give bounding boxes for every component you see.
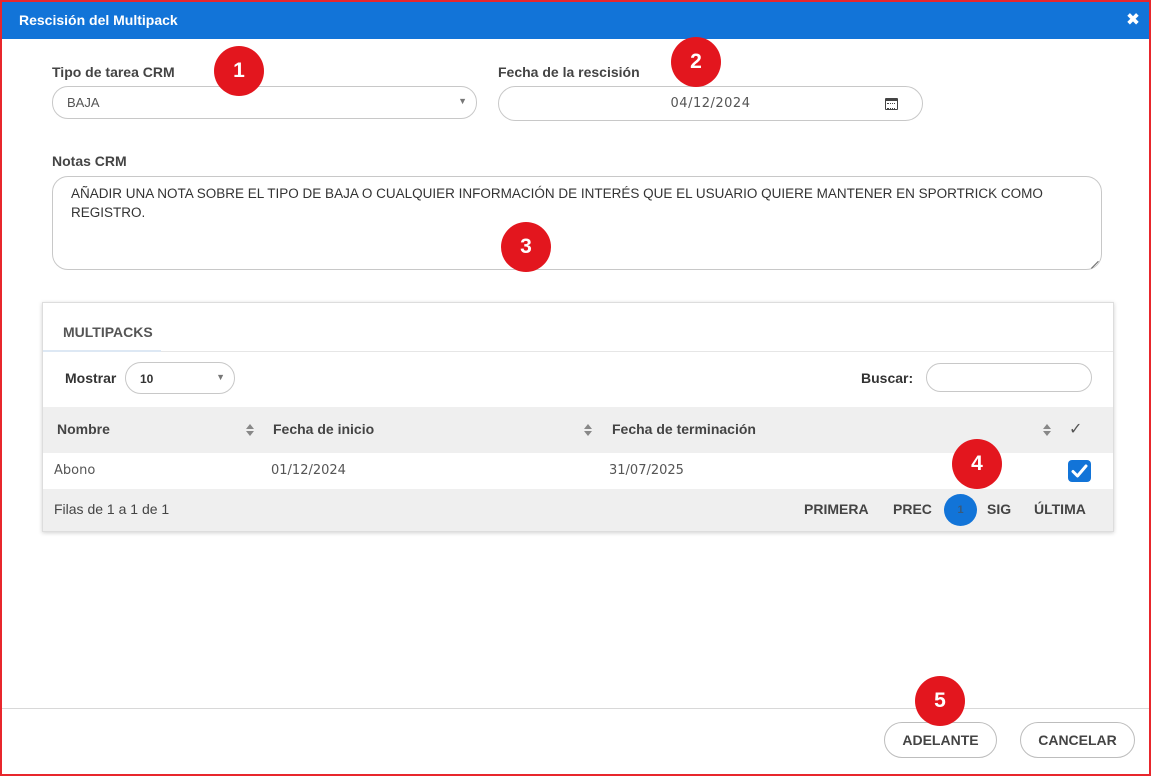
footer-divider [2, 708, 1149, 709]
sort-icon[interactable] [584, 424, 592, 436]
pager-prev[interactable]: PREC [893, 501, 932, 517]
dialog-window: Rescisión del Multipack ✖ Tipo de tarea … [0, 0, 1151, 776]
row-checkbox[interactable] [1068, 460, 1091, 482]
column-header-select: ✓ [1069, 421, 1083, 438]
notes-textarea[interactable]: AÑADIR UNA NOTA SOBRE EL TIPO DE BAJA O … [52, 176, 1102, 270]
search-label: Buscar: [861, 370, 914, 386]
sort-icon[interactable] [1043, 424, 1051, 436]
search-input[interactable] [926, 363, 1092, 392]
tab-multipacks[interactable]: MULTIPACKS [63, 324, 153, 340]
cancel-button[interactable]: CANCELAR [1020, 722, 1135, 758]
next-button[interactable]: ADELANTE [884, 722, 997, 758]
pager-last[interactable]: ÚLTIMA [1034, 501, 1086, 517]
cell-name: Abono [54, 463, 96, 478]
sort-icon[interactable] [246, 424, 254, 436]
show-entries-label: Mostrar [65, 370, 117, 386]
chevron-down-icon: ▼ [216, 372, 225, 382]
callout-badge-3: 3 [501, 222, 551, 272]
panel-divider [43, 351, 1113, 352]
cell-end-date: 31/07/2025 [609, 463, 684, 478]
callout-badge-4: 4 [952, 439, 1002, 489]
notes-label: Notas CRM [52, 153, 127, 169]
resize-handle-icon[interactable] [1091, 260, 1099, 268]
date-value: 04/12/2024 [670, 96, 751, 111]
callout-badge-5: 5 [915, 676, 965, 726]
date-input[interactable]: 04/12/2024 [498, 86, 923, 121]
rows-info: Filas de 1 a 1 de 1 [54, 501, 170, 517]
pager-first[interactable]: PRIMERA [804, 501, 869, 517]
show-entries-value: 10 [140, 372, 154, 386]
table-footer: Filas de 1 a 1 de 1 PRIMERA PREC 1 SIG Ú… [43, 489, 1113, 531]
date-label: Fecha de la rescisión [498, 64, 640, 80]
show-entries-select[interactable]: 10 ▼ [125, 362, 235, 394]
multipacks-panel: MULTIPACKS Mostrar 10 ▼ Buscar: Nombre F… [42, 302, 1114, 532]
column-header-start-date[interactable]: Fecha de inicio [273, 421, 374, 437]
calendar-icon[interactable] [885, 98, 898, 110]
table-header: Nombre Fecha de inicio Fecha de terminac… [43, 407, 1113, 453]
column-header-end-date[interactable]: Fecha de terminación [612, 421, 756, 437]
close-icon[interactable]: ✖ [1124, 11, 1142, 29]
chevron-down-icon: ▼ [458, 96, 467, 106]
callout-badge-2: 2 [671, 37, 721, 87]
dialog-titlebar: Rescisión del Multipack ✖ [2, 2, 1149, 39]
callout-badge-1: 1 [214, 46, 264, 96]
tab-underline [43, 350, 161, 352]
check-icon [1071, 464, 1088, 478]
task-type-label: Tipo de tarea CRM [52, 64, 175, 80]
dialog-title: Rescisión del Multipack [19, 12, 178, 28]
pager-next[interactable]: SIG [987, 501, 1011, 517]
task-type-value: BAJA [67, 95, 100, 110]
pager-current-page[interactable]: 1 [944, 494, 977, 526]
task-type-select[interactable]: BAJA ▼ [52, 86, 477, 119]
cell-start-date: 01/12/2024 [271, 463, 346, 478]
column-header-name[interactable]: Nombre [57, 421, 110, 437]
